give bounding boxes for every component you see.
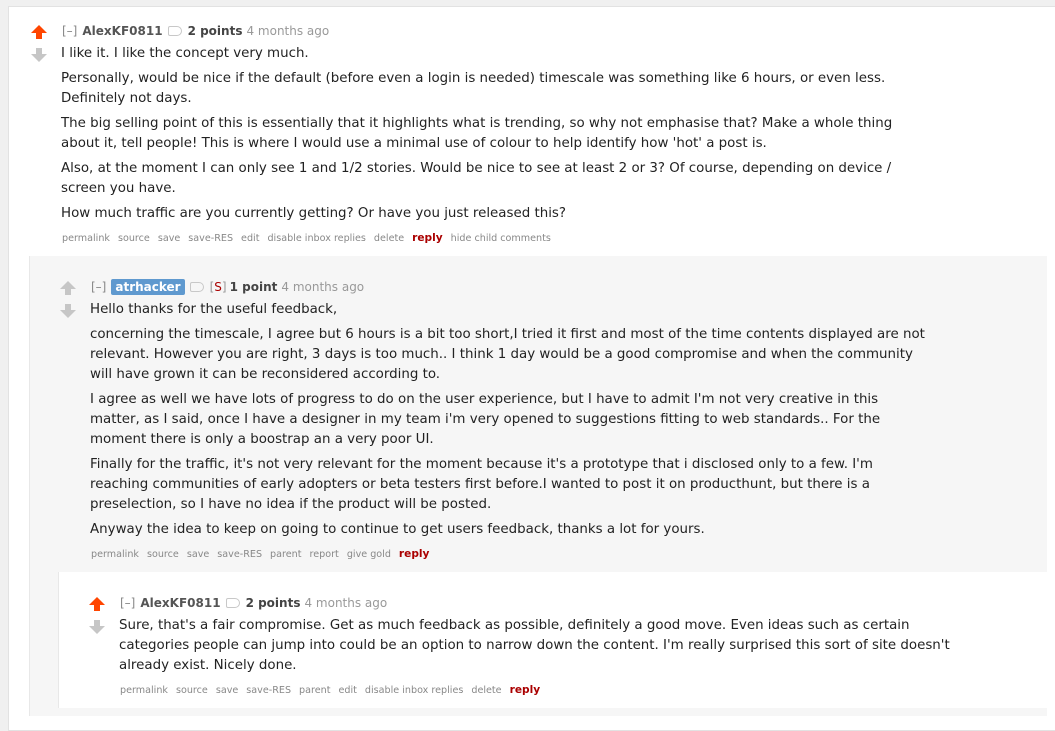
comment-paragraph: The big selling point of this is essenti… <box>61 116 893 151</box>
comment-paragraph: I agree as well we have lots of progress… <box>90 392 881 447</box>
comment-author[interactable]: AlexKF0811 <box>140 596 220 610</box>
disable-inbox-replies-link[interactable]: disable inbox replies <box>365 685 463 696</box>
comment-tagline: [–] atrhacker [S] 1 point 4 months ago <box>91 279 364 295</box>
comment-paragraph: Finally for the traffic, it's not very r… <box>90 457 873 512</box>
collapse-toggle[interactable]: [–] <box>91 280 106 294</box>
comment-body: I like it. I like the concept very much.… <box>61 44 911 229</box>
comment-body: Hello thanks for the useful feedback, co… <box>90 300 930 545</box>
comment-paragraph: Personally, would be nice if the default… <box>61 71 886 106</box>
save-res-link[interactable]: save-RES <box>188 233 233 244</box>
downvote-arrow-icon[interactable] <box>59 303 79 321</box>
delete-link[interactable]: delete <box>471 685 501 696</box>
hide-child-comments-link[interactable]: hide child comments <box>451 233 551 244</box>
comment-score: 2 points <box>245 596 301 610</box>
save-res-link[interactable]: save-RES <box>217 549 262 560</box>
comment-author[interactable]: atrhacker <box>111 279 185 295</box>
tag-icon[interactable] <box>225 597 240 608</box>
comment-score: 2 points <box>187 24 243 38</box>
comment-tagline: [–] AlexKF0811 2 points 4 months ago <box>62 23 329 39</box>
comment-score: 1 point <box>229 280 278 294</box>
parent-link[interactable]: parent <box>299 685 330 696</box>
submitter-badge: [S] <box>209 280 227 294</box>
comment-paragraph: Anyway the idea to keep on going to cont… <box>90 522 705 537</box>
save-link[interactable]: save <box>187 549 209 560</box>
comment-paragraph: concerning the timescale, I agree but 6 … <box>90 327 925 382</box>
source-link[interactable]: source <box>176 685 208 696</box>
source-link[interactable]: source <box>118 233 150 244</box>
source-link[interactable]: source <box>147 549 179 560</box>
comment-buttons: permalink source save save-RES parent report g… <box>91 547 437 562</box>
permalink-link[interactable]: permalink <box>91 549 139 560</box>
delete-link[interactable]: delete <box>374 233 404 244</box>
upvote-arrow-icon[interactable] <box>59 280 79 298</box>
comment-author[interactable]: AlexKF0811 <box>82 24 162 38</box>
save-link[interactable]: save <box>216 685 238 696</box>
comment-paragraph: Also, at the moment I can only see 1 and… <box>61 161 892 196</box>
give-gold-link[interactable]: give gold <box>347 549 391 560</box>
comment-buttons: permalink source save save-RES parent edit dis… <box>120 683 548 698</box>
reply-link[interactable]: reply <box>399 548 430 560</box>
disable-inbox-replies-link[interactable]: disable inbox replies <box>267 233 365 244</box>
downvote-arrow-icon[interactable] <box>30 47 50 65</box>
comment-paragraph: Hello thanks for the useful feedback, <box>90 302 338 317</box>
parent-link[interactable]: parent <box>270 549 301 560</box>
collapse-toggle[interactable]: [–] <box>120 596 135 610</box>
comment-time: 4 months ago <box>246 24 330 38</box>
reply-link[interactable]: reply <box>510 684 541 696</box>
permalink-link[interactable]: permalink <box>62 233 110 244</box>
save-link[interactable]: save <box>158 233 180 244</box>
edit-link[interactable]: edit <box>241 233 259 244</box>
comment-time: 4 months ago <box>281 280 365 294</box>
permalink-link[interactable]: permalink <box>120 685 168 696</box>
comment-body: Sure, that's a fair compromise. Get as m… <box>119 616 959 681</box>
downvote-arrow-icon[interactable] <box>88 619 108 637</box>
collapse-toggle[interactable]: [–] <box>62 24 77 38</box>
comment-time: 4 months ago <box>304 596 388 610</box>
upvote-arrow-icon[interactable] <box>88 596 108 614</box>
upvote-arrow-icon[interactable] <box>30 24 50 42</box>
reply-link[interactable]: reply <box>412 232 443 244</box>
tag-icon[interactable] <box>189 281 204 292</box>
edit-link[interactable]: edit <box>339 685 357 696</box>
comment-buttons: permalink source save save-RES edit disable i… <box>62 231 559 246</box>
tag-icon[interactable] <box>167 25 182 36</box>
save-res-link[interactable]: save-RES <box>246 685 291 696</box>
comment-tagline: [–] AlexKF0811 2 points 4 months ago <box>120 595 387 611</box>
comment-paragraph: I like it. I like the concept very much. <box>61 46 309 61</box>
comment-paragraph: Sure, that's a fair compromise. Get as m… <box>119 618 950 673</box>
report-link[interactable]: report <box>310 549 339 560</box>
comment-paragraph: How much traffic are you currently getti… <box>61 206 567 221</box>
